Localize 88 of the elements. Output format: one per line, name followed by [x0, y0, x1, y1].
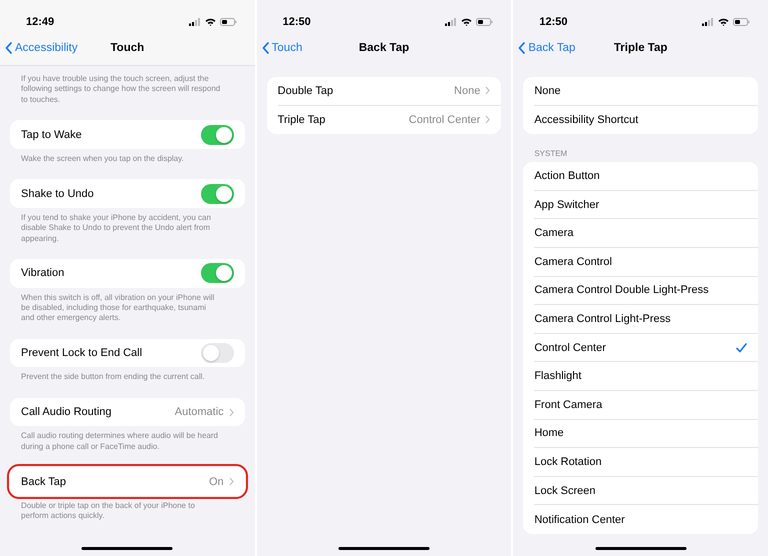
section-footer: Prevent the side button from ending the current call. — [10, 367, 245, 383]
row-label: Accessibility Shortcut — [534, 114, 638, 126]
battery-icon — [220, 18, 237, 26]
section-footer: Wake the screen when you tap on the display. — [10, 148, 245, 164]
screen-title: Triple Tap — [614, 42, 668, 54]
settings-row[interactable]: Control Center — [534, 334, 758, 362]
settings-row[interactable]: Lock Rotation — [534, 448, 758, 477]
signal-icon — [445, 18, 458, 26]
settings-row[interactable]: Tap to Wake — [21, 120, 245, 149]
wifi-icon — [718, 18, 729, 26]
chevron-icon — [228, 408, 234, 417]
row-label: Lock Rotation — [534, 456, 602, 468]
settings-row[interactable]: Call Audio Routing Automatic — [21, 398, 245, 426]
settings-row[interactable]: App Switcher — [534, 190, 758, 220]
screen-title: Touch — [110, 42, 144, 54]
settings-row[interactable]: Camera Control Light-Press — [534, 305, 758, 334]
toggle-switch[interactable] — [200, 343, 234, 364]
settings-row[interactable]: Lock Screen — [534, 476, 758, 506]
status-time: 12:50 — [539, 16, 568, 28]
settings-row[interactable]: Shake to Undo — [21, 179, 245, 208]
back-chevron-icon — [518, 42, 526, 54]
battery-icon — [476, 18, 494, 26]
chevron-icon — [485, 86, 490, 96]
section-header: SYSTEM — [533, 149, 568, 160]
battery-icon — [733, 18, 750, 26]
row-label: Flashlight — [534, 370, 582, 382]
settings-row[interactable]: Home — [534, 420, 758, 448]
settings-row[interactable]: Double Tap None — [278, 77, 502, 106]
row-label: Camera Control Double Light-Press — [534, 284, 709, 296]
back-chevron-icon — [262, 42, 269, 54]
back-label: Touch — [272, 42, 302, 54]
row-label: None — [534, 84, 561, 97]
row-label: Camera Control Light-Press — [534, 312, 671, 325]
status-time: 12:49 — [26, 16, 54, 28]
row-label: Front Camera — [534, 398, 602, 411]
row-label: Double Tap — [278, 84, 334, 97]
row-label: Home — [534, 427, 564, 440]
chevron-icon — [485, 115, 490, 124]
row-label: Prevent Lock to End Call — [21, 347, 142, 360]
settings-row[interactable]: Accessibility Shortcut — [534, 106, 758, 134]
row-label: Camera — [534, 227, 574, 240]
row-label: Triple Tap — [278, 114, 326, 126]
row-label: Notification Center — [534, 514, 625, 526]
setting-value: Control Center — [408, 114, 480, 126]
back-link[interactable]: Back Tap — [518, 42, 576, 54]
settings-row[interactable]: Camera Control — [534, 248, 758, 277]
settings-row[interactable]: Notification Center — [534, 505, 758, 534]
settings-row[interactable]: None — [534, 77, 758, 106]
setting-value: None — [454, 84, 480, 97]
back-label: Back Tap — [528, 42, 576, 54]
section-footer: If you have trouble using the touch screen, adjust the following settings to change how the screen will respond to touches. — [10, 69, 245, 106]
toggle-switch[interactable] — [200, 184, 234, 204]
row-label: Control Center — [534, 342, 606, 354]
settings-row[interactable]: Vibration — [21, 259, 245, 288]
toggle-switch[interactable] — [200, 263, 234, 284]
signal-icon — [188, 18, 201, 26]
status-time: 12:50 — [282, 16, 311, 28]
section-footer: If you tend to shake your iPhone by accident, you can disable Shake to Undo to prevent the Undo alert from appearing. — [10, 208, 245, 244]
screen-title: Back Tap — [358, 42, 410, 54]
wifi-icon — [204, 18, 216, 26]
row-label: Call Audio Routing — [21, 406, 112, 418]
row-label: Action Button — [534, 170, 600, 182]
wifi-icon — [461, 18, 472, 26]
row-label: Shake to Undo — [21, 188, 94, 200]
settings-row[interactable]: Flashlight — [534, 362, 758, 391]
signal-icon — [702, 18, 714, 26]
row-label: App Switcher — [534, 198, 600, 211]
settings-row[interactable]: Front Camera — [534, 390, 758, 420]
section-footer: Call audio routing determines where audio will be heard during a phone call or FaceTime audio. — [10, 426, 245, 452]
settings-row[interactable]: Back Tap On — [21, 467, 245, 496]
section-footer: When this switch is off, all vibration on your iPhone will be disabled, including those for earthquake, tsunami and other emergency alerts. — [10, 288, 245, 324]
setting-value: On — [208, 476, 224, 488]
row-label: Camera Control — [534, 256, 612, 268]
row-label: Vibration — [21, 267, 64, 280]
back-link[interactable]: Touch — [262, 42, 302, 54]
row-label: Back Tap — [21, 476, 66, 488]
toggle-switch[interactable] — [200, 124, 234, 145]
back-chevron-icon — [5, 42, 12, 54]
settings-row[interactable]: Camera — [534, 219, 758, 248]
section-footer: Double or triple tap on the back of your iPhone to perform actions quickly. — [10, 496, 245, 522]
setting-value: Automatic — [174, 406, 224, 418]
settings-row[interactable]: Prevent Lock to End Call — [21, 338, 245, 368]
settings-row[interactable]: Action Button — [534, 162, 758, 191]
settings-row[interactable]: Camera Control Double Light-Press — [534, 276, 758, 306]
row-label: Lock Screen — [534, 484, 596, 497]
settings-row[interactable]: Triple Tap Control Center — [278, 106, 502, 134]
row-label: Tap to Wake — [21, 128, 82, 141]
chevron-icon — [228, 477, 234, 486]
